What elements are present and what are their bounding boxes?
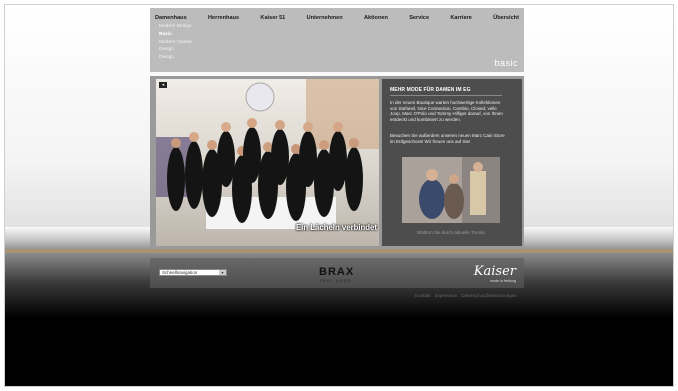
top-navigation: Damenhaus Herrenhaus Kaiser 51 Unternehm… xyxy=(150,8,524,72)
link-kontakt[interactable]: Kontakt xyxy=(415,293,431,298)
nav-item-kaiser-51[interactable]: Kaiser 51 xyxy=(260,15,285,21)
nav-item-karriere[interactable]: Karriere xyxy=(450,15,471,21)
main-nav: Damenhaus Herrenhaus Kaiser 51 Unternehm… xyxy=(150,15,524,21)
section-brand-label: basic xyxy=(494,58,518,68)
content-area: ◂ Ein Lächeln verbindet MEHR MODE FÜR DA… xyxy=(150,76,524,249)
brax-tagline: FEEL GOOD xyxy=(320,279,352,283)
gallery-link[interactable]: Blättern Sie durch aktuelle Trends xyxy=(402,230,500,235)
nav-item-aktionen[interactable]: Aktionen xyxy=(364,15,388,21)
team-photo: ◂ Ein Lächeln verbindet xyxy=(156,79,379,246)
photo-caption: Ein Lächeln verbindet xyxy=(295,223,377,232)
kaiser-tagline: mode in freiburg xyxy=(490,279,516,283)
nav-item-herrenhaus[interactable]: Herrenhaus xyxy=(208,15,239,21)
sub-navigation: Modern Design Basic Modern Classic Desig… xyxy=(159,23,192,62)
subnav-item-design-2[interactable]: Design xyxy=(159,54,192,62)
link-datenschutz[interactable]: Datenschutzbestimmungen xyxy=(461,293,517,298)
subnav-item-modern-design[interactable]: Modern Design xyxy=(159,23,192,31)
subnav-item-basic[interactable]: Basic xyxy=(159,31,192,39)
quick-navigation-label: Schnellnavigation xyxy=(162,270,198,275)
nav-item-damenhaus[interactable]: Damenhaus xyxy=(155,15,187,21)
subnav-item-modern-classic[interactable]: Modern Classic xyxy=(159,39,192,47)
site-container: Damenhaus Herrenhaus Kaiser 51 Unternehm… xyxy=(150,8,524,249)
trend-gallery-graphic xyxy=(402,157,500,223)
panel-paragraph-1: In der neuen Boutique warten hochwertige… xyxy=(390,100,503,122)
arrow-left-icon: ◂ xyxy=(161,82,165,88)
quick-navigation-select[interactable]: Schnellnavigation ▾ xyxy=(159,269,227,276)
slideshow-prev-button[interactable]: ◂ xyxy=(159,82,167,88)
footer-links: Kontakt Impressum Datenschutzbestimmunge… xyxy=(415,293,517,298)
panel-divider xyxy=(390,95,502,96)
team-photo-image xyxy=(156,79,379,246)
footer-bar: Schnellnavigation ▾ BRAX FEEL GOOD Kaise… xyxy=(150,258,524,288)
panel-paragraph-2: Besuchen Sie außerdem unseren neuen Marc… xyxy=(390,133,505,144)
panel-heading: MEHR MODE FÜR DAMEN IM EG xyxy=(390,87,471,93)
brax-logo[interactable]: BRAX xyxy=(319,266,354,278)
subnav-item-design[interactable]: Design xyxy=(159,46,192,54)
nav-item-unternehmen[interactable]: Unternehmen xyxy=(307,15,343,21)
nav-item-uebersicht[interactable]: Übersicht xyxy=(493,15,519,21)
info-panel: MEHR MODE FÜR DAMEN IM EG In der neuen B… xyxy=(382,79,522,246)
kaiser-logo[interactable]: Kaiser xyxy=(474,264,516,279)
chevron-down-icon: ▾ xyxy=(219,270,226,275)
nav-item-service[interactable]: Service xyxy=(409,15,429,21)
link-impressum[interactable]: Impressum xyxy=(435,293,458,298)
trend-gallery-image[interactable] xyxy=(402,157,500,223)
